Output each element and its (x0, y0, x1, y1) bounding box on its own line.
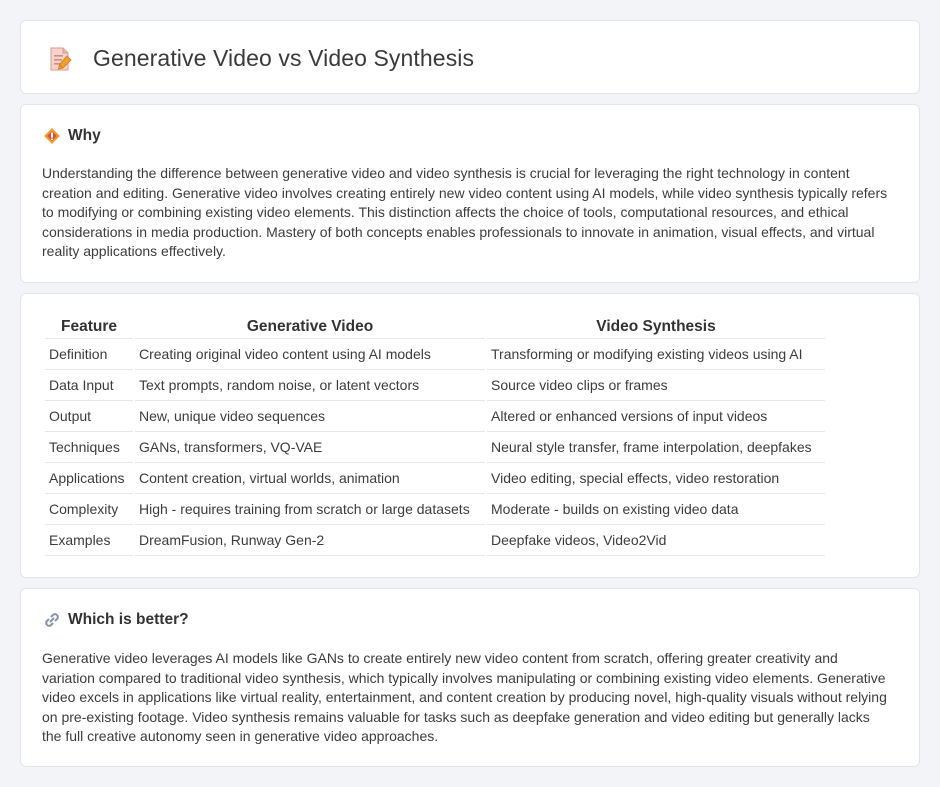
generative-cell: High - requires training from scratch or… (135, 494, 485, 525)
why-card: Why Understanding the difference between… (20, 104, 920, 283)
title-card: Generative Video vs Video Synthesis (20, 20, 920, 94)
why-text: Understanding the difference between gen… (42, 165, 888, 260)
diamond-icon (44, 128, 60, 144)
feature-cell: Applications (45, 463, 133, 494)
feature-cell: Data Input (45, 370, 133, 401)
title-row: Generative Video vs Video Synthesis (47, 45, 474, 72)
synthesis-cell: Video editing, special effects, video re… (487, 463, 825, 494)
why-heading: Why (68, 127, 101, 144)
feature-cell: Techniques (45, 432, 133, 463)
header-feature: Feature (45, 315, 133, 339)
generative-cell: DreamFusion, Runway Gen-2 (135, 525, 485, 556)
synthesis-cell: Transforming or modifying existing video… (487, 339, 825, 370)
document-edit-icon (50, 47, 72, 70)
table-row: Examples DreamFusion, Runway Gen-2 Deepf… (45, 525, 825, 556)
table-row: Applications Content creation, virtual w… (45, 463, 825, 494)
table-row: Complexity High - requires training from… (45, 494, 825, 525)
table-row: Techniques GANs, transformers, VQ-VAE Ne… (45, 432, 825, 463)
comparison-table: Feature Generative Video Video Synthesis… (43, 315, 827, 556)
feature-cell: Examples (45, 525, 133, 556)
synthesis-cell: Altered or enhanced versions of input vi… (487, 401, 825, 432)
synthesis-cell: Moderate - builds on existing video data (487, 494, 825, 525)
feature-cell: Definition (45, 339, 133, 370)
table-row: Data Input Text prompts, random noise, o… (45, 370, 825, 401)
better-header: Which is better? (43, 611, 189, 629)
table-row: Definition Creating original video conte… (45, 339, 825, 370)
generative-cell: Content creation, virtual worlds, animat… (135, 463, 485, 494)
synthesis-cell: Deepfake videos, Video2Vid (487, 525, 825, 556)
generative-cell: Text prompts, random noise, or latent ve… (135, 370, 485, 401)
generative-cell: New, unique video sequences (135, 401, 485, 432)
header-generative-video: Generative Video (135, 315, 485, 339)
header-video-synthesis: Video Synthesis (487, 315, 825, 339)
why-header: Why (43, 127, 101, 145)
better-heading: Which is better? (68, 611, 189, 628)
synthesis-cell: Neural style transfer, frame interpolati… (487, 432, 825, 463)
feature-cell: Complexity (45, 494, 133, 525)
page-title: Generative Video vs Video Synthesis (93, 45, 475, 71)
generative-cell: GANs, transformers, VQ-VAE (135, 432, 485, 463)
better-card: Which is better? Generative video levera… (20, 588, 920, 767)
synthesis-cell: Source video clips or frames (487, 370, 825, 401)
comparison-card: Feature Generative Video Video Synthesis… (20, 293, 920, 578)
link-icon (45, 613, 59, 627)
table-header-row: Feature Generative Video Video Synthesis (45, 315, 825, 339)
better-text: Generative video leverages AI models lik… (42, 650, 887, 745)
feature-cell: Output (45, 401, 133, 432)
generative-cell: Creating original video content using AI… (135, 339, 485, 370)
table-row: Output New, unique video sequences Alter… (45, 401, 825, 432)
